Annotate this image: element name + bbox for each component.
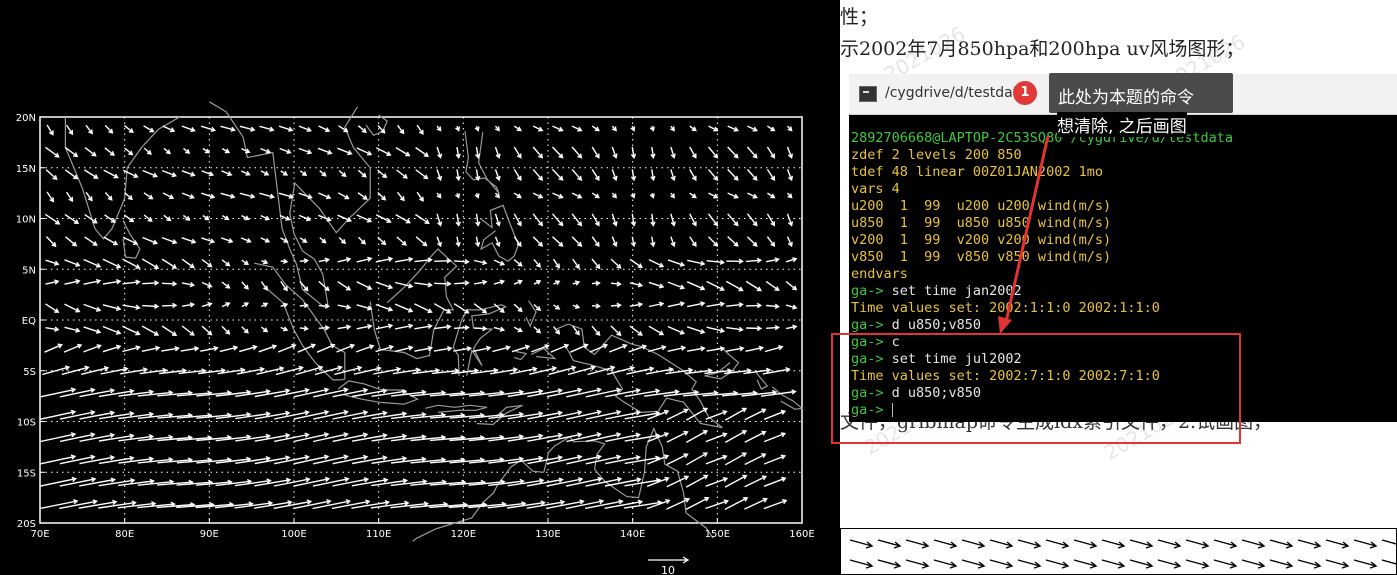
terminal-line: v850 1 99 v850 v850 wind(m/s) (851, 249, 1112, 265)
terminal-command: set time jan2002 (883, 283, 1022, 299)
terminal-line: ga-> set time jan2002 (851, 283, 1233, 300)
y-axis-label: 15N (16, 164, 36, 175)
terminal-command: d u850;v850 (883, 317, 982, 333)
terminal-line: vars 4 (851, 181, 900, 197)
doc-embedded-figure (840, 528, 1397, 575)
x-axis-label: 120E (451, 529, 476, 540)
tooltip-text: 想清除, 之后画图 (1057, 112, 1187, 137)
doc-text-line: 示2002年7月850hpa和200hpa uv风场图形； (840, 38, 1245, 60)
terminal-line: ga-> d u850;v850 (851, 317, 1233, 334)
highlight-box (831, 333, 1241, 444)
terminal-prompt: ga-> (851, 283, 884, 299)
x-axis-label: 130E (535, 529, 560, 540)
reference-vector-arrow (648, 556, 690, 564)
y-axis-label: 15S (17, 468, 36, 479)
x-axis-label: 90E (200, 529, 219, 540)
terminal-prompt: ga-> (851, 317, 884, 333)
terminal-line: zdef 2 levels 200 850 (851, 147, 1022, 163)
terminal-line: endvars (851, 266, 908, 282)
terminal-line: u200 1 99 u200 u200 wind(m/s) (851, 198, 1112, 214)
terminal-line: tdef 48 linear 00Z01JAN2002 1mo (851, 164, 1103, 180)
grads-graphics-window: 20N 15N 10N 5N EQ 5S 10S 15S 20S 70E 80E 90E 100E 110… (0, 0, 840, 575)
y-axis-label: EQ (22, 316, 36, 327)
x-axis-label: 110E (366, 529, 391, 540)
y-axis-label: 20N (16, 113, 36, 124)
y-axis-label: 5S (23, 367, 36, 378)
annotation-tooltip: 此处为本题的命令 (1049, 73, 1233, 113)
wind-vector-map: 20N15N10N5NEQ5S10S15S20S70E 80E 90E 100E 110… (16, 101, 815, 575)
terminal-line: Time values set: 2002:1:1:0 2002:1:1:0 (851, 300, 1160, 316)
annotation-badge: 1 (1013, 81, 1037, 105)
terminal-icon (859, 86, 877, 102)
x-axis-label: 100E (281, 529, 306, 540)
y-axis-label: 10S (17, 418, 36, 429)
terminal-line: u850 1 99 u850 u850 wind(m/s) (851, 215, 1112, 231)
x-axis-label: 150E (705, 529, 730, 540)
terminal-title: /cygdrive/d/testdata (885, 85, 1027, 101)
x-axis-label: 70E (30, 529, 49, 540)
y-axis-label: 10N (16, 215, 36, 226)
doc-text-line: 性； (840, 6, 879, 28)
terminal-line: v200 1 99 v200 v200 wind(m/s) (851, 232, 1112, 248)
x-axis-label: 160E (789, 529, 814, 540)
x-axis-label: 80E (115, 529, 134, 540)
y-axis-label: 5N (22, 265, 36, 276)
reference-vector-label: 10 (661, 564, 675, 575)
tooltip-text: 此处为本题的命令 (1058, 88, 1194, 108)
x-axis-label: 140E (620, 529, 645, 540)
